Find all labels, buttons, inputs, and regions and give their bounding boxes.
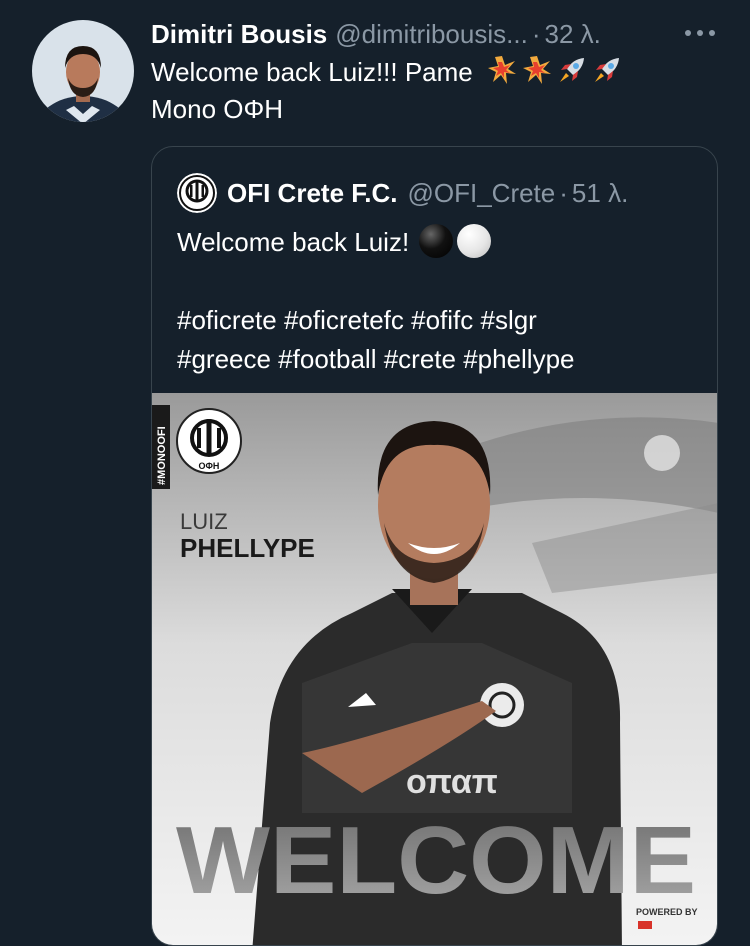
white-circle-emoji-icon — [457, 224, 492, 258]
quoted-tweet-time[interactable]: 51 λ. — [572, 178, 628, 209]
tweet-text: Welcome back Luiz!!! Pame Mono ΟΦΗ — [151, 54, 711, 128]
welcome-graphic: #MONOOFI ΟΦΗ LUIZ PHELLYPE οπαπ WELCOME … — [152, 393, 717, 945]
quoted-author-handle[interactable]: @OFI_Crete — [407, 178, 555, 209]
more-options-icon[interactable] — [681, 21, 719, 45]
tweet-header: Dimitri Bousis @dimitribousis... · 32 λ. — [151, 16, 601, 52]
tweet-text-line2: Mono ΟΦΗ — [151, 94, 284, 124]
hashtags: #oficrete #oficretefc #ofifc #slgr #gree… — [177, 301, 697, 379]
ofi-crest-logo-icon: ΟΦΗ — [176, 408, 242, 474]
author-handle[interactable]: @dimitribousis... — [335, 19, 528, 50]
separator-dot: · — [559, 177, 568, 208]
rocket-emoji-icon — [594, 58, 619, 82]
tweet-time[interactable]: 32 λ. — [544, 19, 600, 50]
ofi-crest-avatar-icon — [177, 173, 217, 213]
separator-dot: · — [531, 18, 541, 49]
sponsor-text: οπαπ — [406, 763, 498, 801]
stadium-light — [644, 435, 680, 471]
author-avatar[interactable] — [32, 20, 134, 122]
player-last-name: PHELLYPE — [180, 533, 315, 563]
black-circle-emoji-icon — [419, 224, 454, 258]
powered-by-label: POWERED BY — [636, 907, 698, 917]
collision-emoji-icon — [487, 56, 516, 84]
quoted-text-line: Welcome back Luiz! — [177, 227, 410, 257]
author-name[interactable]: Dimitri Bousis — [151, 19, 327, 50]
quoted-author-name[interactable]: OFI Crete F.C. — [227, 178, 397, 209]
tweet-text-line1: Welcome back Luiz!!! Pame — [151, 57, 473, 87]
rocket-emoji-icon — [559, 58, 584, 82]
collision-emoji-icon — [522, 56, 551, 84]
quoted-tweet-text: Welcome back Luiz! #oficrete #oficretefc… — [177, 223, 697, 379]
crest-text: ΟΦΗ — [199, 461, 220, 471]
side-tag: #MONOOFI — [156, 426, 168, 485]
quoted-tweet-header: OFI Crete F.C. @OFI_Crete · 51 λ. — [177, 173, 628, 213]
sponsor-logo-icon — [638, 921, 652, 929]
player-first-name: LUIZ — [180, 509, 228, 534]
welcome-headline: WELCOME — [176, 807, 696, 914]
hashtags-line2[interactable]: #greece #football #crete #phellype — [177, 340, 697, 379]
tweet: Dimitri Bousis @dimitribousis... · 32 λ.… — [0, 0, 750, 946]
quoted-tweet[interactable]: OFI Crete F.C. @OFI_Crete · 51 λ. Welcom… — [151, 146, 718, 946]
hashtags-line1[interactable]: #oficrete #oficretefc #ofifc #slgr — [177, 301, 697, 340]
tweet-media-image[interactable]: #MONOOFI ΟΦΗ LUIZ PHELLYPE οπαπ WELCOME … — [152, 393, 717, 945]
